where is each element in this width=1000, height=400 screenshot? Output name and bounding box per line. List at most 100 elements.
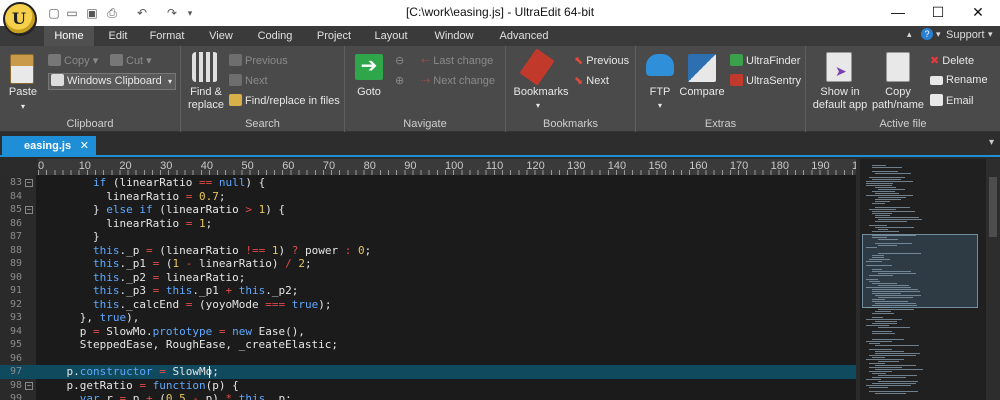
minimap[interactable]: [860, 159, 986, 400]
tab-easing-js[interactable]: easing.js ✕: [2, 136, 96, 157]
code-text: linearRatio = 0.7;: [40, 189, 226, 203]
copy-path-icon[interactable]: [886, 52, 910, 82]
tab-advanced[interactable]: Advanced: [494, 26, 554, 46]
show-default-app-icon[interactable]: ➤: [826, 52, 852, 82]
code-text: linearRatio = 1;: [40, 216, 213, 230]
tab-format[interactable]: Format: [142, 26, 192, 46]
copy-path-name-button[interactable]: Copy path/name: [870, 86, 926, 112]
compare-button[interactable]: Compare: [676, 86, 728, 99]
code-line[interactable]: 94 p = SlowMo.prototype = new Ease(),: [0, 325, 856, 339]
minimize-icon[interactable]: —: [878, 0, 918, 26]
code-line[interactable]: 99 var r = p + (0.5 - p) * this._p;: [0, 392, 856, 400]
ultrafinder-button[interactable]: UltraFinder: [730, 54, 800, 67]
find-previous-button[interactable]: Previous: [229, 54, 288, 67]
find-in-files-button[interactable]: Find/replace in files: [229, 94, 340, 107]
find-replace-button[interactable]: Find & replace: [183, 86, 229, 112]
ruler-number: 0: [38, 160, 45, 172]
bookmarks-group-label: Bookmarks: [542, 118, 599, 130]
code-editor[interactable]: 83− if (linearRatio == null) {84 linearR…: [0, 175, 856, 400]
ribbon-options-icon[interactable]: ▴: [907, 29, 912, 40]
ftp-button[interactable]: FTP: [640, 86, 680, 99]
goto-arrow-icon[interactable]: ➔: [355, 54, 383, 80]
bookmark-next-button[interactable]: ⬊ Next: [574, 74, 609, 87]
last-change-button[interactable]: ⇠ Last change: [421, 54, 493, 67]
code-line[interactable]: 84 linearRatio = 0.7;: [0, 190, 856, 204]
support-dropdown-icon[interactable]: ▾: [988, 29, 993, 40]
tabs-dropdown-icon[interactable]: ▾: [989, 137, 994, 148]
paste-icon[interactable]: [10, 54, 34, 84]
help-dropdown-icon[interactable]: ▾: [936, 29, 941, 40]
ftp-cloud-icon[interactable]: [646, 54, 674, 76]
rename-button[interactable]: Rename: [930, 74, 988, 86]
tab-home[interactable]: Home: [44, 26, 94, 46]
ultrasentry-icon: [730, 74, 743, 86]
close-icon[interactable]: ✕: [958, 0, 998, 26]
code-line[interactable]: 87 }: [0, 230, 856, 244]
ftp-dropdown-icon[interactable]: ▾: [654, 99, 666, 112]
show-in-default-app-button[interactable]: Show in default app: [808, 86, 872, 112]
minimap-line: [869, 387, 888, 388]
tab-project[interactable]: Project: [308, 26, 360, 46]
code-line[interactable]: 95 SteppedEase, RoughEase, _createElasti…: [0, 338, 856, 352]
bookmark-previous-button[interactable]: ⬉ Previous: [574, 54, 629, 67]
code-line[interactable]: 88 this._p = (linearRatio !== 1) ? power…: [0, 244, 856, 258]
forward-icon[interactable]: ⊕: [395, 74, 404, 87]
delete-button[interactable]: ✖ Delete: [930, 54, 974, 67]
compare-icon[interactable]: [688, 54, 716, 82]
code-text: p.getRatio = function(p) {: [40, 378, 239, 392]
code-line[interactable]: 93 }, true),: [0, 311, 856, 325]
tab-window[interactable]: Window: [428, 26, 480, 46]
minimap-line: [866, 325, 889, 326]
tab-close-icon[interactable]: ✕: [80, 136, 89, 156]
fold-toggle-icon[interactable]: −: [25, 381, 33, 390]
ruler-number: 90: [404, 160, 417, 172]
title-bar: U ▢ ▭ ▣ ⎙ ↶ ↷ ▾ [C:\work\easing.js] - Ul…: [0, 0, 1000, 36]
code-line[interactable]: 92 this._calcEnd = (yoyoMode === true);: [0, 298, 856, 312]
email-icon: [930, 94, 943, 106]
clipboard-select[interactable]: Windows Clipboard ▾: [48, 73, 176, 90]
line-number: 93: [9, 312, 22, 323]
code-line[interactable]: 90 this._p2 = linearRatio;: [0, 271, 856, 285]
minimap-line: [875, 351, 904, 352]
fold-toggle-icon[interactable]: −: [25, 179, 33, 187]
ruler-number: 20: [119, 160, 132, 172]
bookmarks-button[interactable]: Bookmarks: [508, 86, 574, 99]
binoculars-icon[interactable]: [192, 52, 218, 82]
minimap-line: [866, 185, 892, 186]
code-line[interactable]: 96: [0, 352, 856, 366]
code-line[interactable]: 83− if (linearRatio == null) {: [0, 176, 856, 190]
ultraedit-logo-icon[interactable]: U: [3, 2, 37, 36]
copy-button[interactable]: Copy ▾: [48, 54, 98, 67]
maximize-icon[interactable]: ☐: [918, 0, 958, 26]
code-line[interactable]: 86 linearRatio = 1;: [0, 217, 856, 231]
goto-button[interactable]: Goto: [349, 86, 389, 99]
email-button[interactable]: Email: [930, 94, 974, 107]
find-next-button[interactable]: Next: [229, 74, 268, 87]
help-icon[interactable]: ?: [921, 28, 933, 40]
paste-dropdown-icon[interactable]: ▾: [14, 100, 32, 113]
back-icon[interactable]: ⊖: [395, 54, 404, 67]
tab-coding[interactable]: Coding: [250, 26, 300, 46]
code-line[interactable]: 85− } else if (linearRatio > 1) {: [0, 203, 856, 217]
tab-edit[interactable]: Edit: [98, 26, 138, 46]
support-menu[interactable]: Support: [946, 29, 985, 41]
paste-button[interactable]: Paste: [4, 86, 42, 99]
code-line[interactable]: 98− p.getRatio = function(p) {: [0, 379, 856, 393]
code-line[interactable]: 91 this._p3 = this._p1 + this._p2;: [0, 284, 856, 298]
tab-view[interactable]: View: [196, 26, 246, 46]
minimap-line: [869, 363, 885, 364]
code-line[interactable]: 89 this._p1 = (1 - linearRatio) / 2;: [0, 257, 856, 271]
cut-button[interactable]: Cut ▾: [110, 54, 152, 67]
code-line[interactable]: 97 p.constructor = SlowMo;: [0, 365, 856, 379]
minimap-line: [872, 293, 901, 294]
fold-toggle-icon[interactable]: −: [25, 206, 33, 214]
tab-layout[interactable]: Layout: [366, 26, 416, 46]
scrollbar-thumb[interactable]: [989, 177, 997, 237]
bookmarks-dropdown-icon[interactable]: ▾: [532, 99, 544, 112]
minimap-line: [869, 371, 892, 372]
ultrasentry-button[interactable]: UltraSentry: [730, 74, 801, 87]
minimap-line: [875, 227, 914, 228]
vertical-scrollbar[interactable]: [986, 159, 1000, 400]
next-change-button[interactable]: ⇢ Next change: [421, 74, 495, 87]
bookmark-icon[interactable]: [519, 48, 555, 86]
